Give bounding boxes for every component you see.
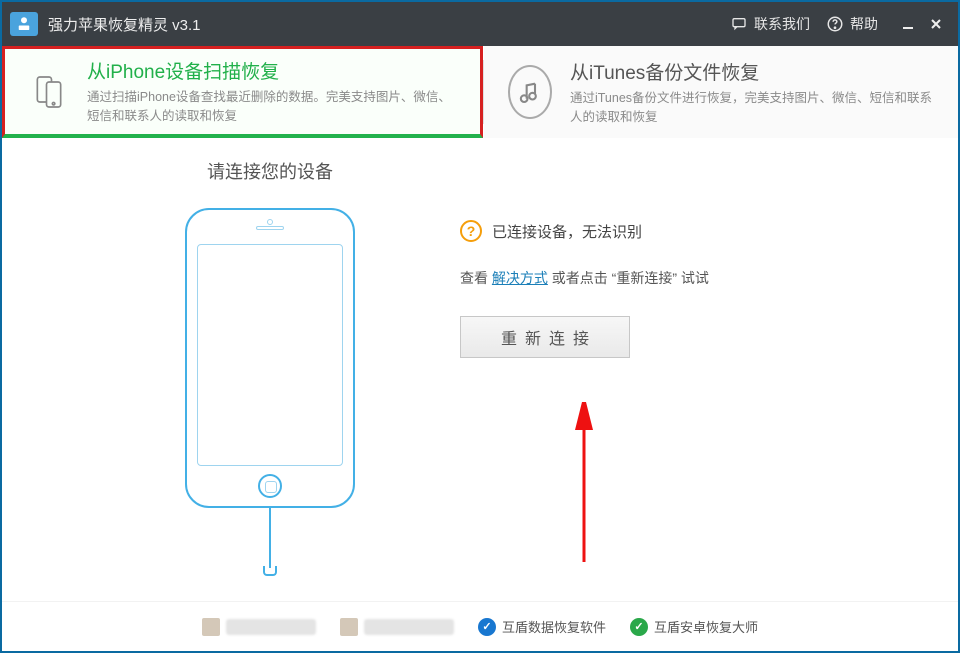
titlebar: 强力苹果恢复精灵 v3.1 联系我们 帮助	[2, 2, 958, 46]
footer-link-1-label: 互盾数据恢复软件	[502, 617, 606, 636]
minimize-button[interactable]	[894, 10, 922, 38]
contact-us-button[interactable]: 联系我们	[730, 14, 810, 34]
thumb-icon	[202, 618, 220, 636]
help-button[interactable]: 帮助	[826, 14, 878, 34]
help-icon	[826, 15, 844, 33]
footer-link-data-recovery[interactable]: ✓ 互盾数据恢复软件	[478, 617, 606, 636]
tab-scan-iphone[interactable]: 从iPhone设备扫描恢复 通过扫描iPhone设备查找最近删除的数据。完美支持…	[2, 46, 483, 138]
app-logo-icon	[10, 12, 38, 36]
phone-illustration	[185, 208, 355, 508]
status-text: 已连接设备，无法识别	[492, 221, 642, 242]
hint-row: 查看 解决方式 或者点击 “重新连接” 试试	[460, 268, 860, 288]
thumb-icon	[340, 618, 358, 636]
footer: ✓ 互盾数据恢复软件 ✓ 互盾安卓恢复大师	[2, 601, 958, 651]
tab-itunes-backup[interactable]: 从iTunes备份文件恢复 通过iTunes备份文件进行恢复，完美支持图片、微信…	[484, 46, 959, 138]
tab-itunes-title: 从iTunes备份文件恢复	[570, 58, 934, 85]
footer-item-blurred-1	[202, 618, 316, 636]
reconnect-button[interactable]: 重新连接	[460, 316, 630, 358]
mode-tabs: 从iPhone设备扫描恢复 通过扫描iPhone设备查找最近删除的数据。完美支持…	[2, 46, 958, 138]
globe-icon: ✓	[630, 618, 648, 636]
footer-item-blurred-2	[340, 618, 454, 636]
close-icon	[929, 17, 943, 31]
help-label: 帮助	[850, 14, 878, 34]
minimize-icon	[901, 17, 915, 31]
hint-suffix: 或者点击 “重新连接” 试试	[548, 270, 709, 286]
shield-icon: ✓	[478, 618, 496, 636]
tab-itunes-sub: 通过iTunes备份文件进行恢复，完美支持图片、微信、短信和联系人的读取和恢复	[570, 89, 934, 127]
music-note-icon	[508, 65, 552, 119]
device-column: 请连接您的设备	[100, 158, 440, 576]
app-window: 强力苹果恢复精灵 v3.1 联系我们 帮助	[0, 0, 960, 653]
footer-link-android-recovery[interactable]: ✓ 互盾安卓恢复大师	[630, 617, 758, 636]
tab-scan-iphone-sub: 通过扫描iPhone设备查找最近删除的数据。完美支持图片、微信、短信和联系人的读…	[87, 88, 456, 126]
chat-icon	[730, 16, 748, 32]
connect-heading: 请连接您的设备	[100, 158, 440, 184]
phone-scan-icon	[29, 65, 69, 119]
main-content: 请连接您的设备 ? 已连接设备，无法识别 查看 解决方式 或者点击 “重新连接”…	[2, 138, 958, 601]
tab-scan-iphone-title: 从iPhone设备扫描恢复	[87, 57, 456, 84]
status-column: ? 已连接设备，无法识别 查看 解决方式 或者点击 “重新连接” 试试 重新连接	[440, 158, 860, 358]
cable-illustration	[269, 508, 271, 568]
close-button[interactable]	[922, 10, 950, 38]
app-title: 强力苹果恢复精灵 v3.1	[48, 14, 201, 35]
solution-link[interactable]: 解决方式	[492, 270, 548, 286]
status-row: ? 已连接设备，无法识别	[460, 220, 860, 242]
contact-us-label: 联系我们	[754, 14, 810, 34]
footer-link-2-label: 互盾安卓恢复大师	[654, 617, 758, 636]
warning-icon: ?	[460, 220, 482, 242]
hint-prefix: 查看	[460, 270, 492, 286]
